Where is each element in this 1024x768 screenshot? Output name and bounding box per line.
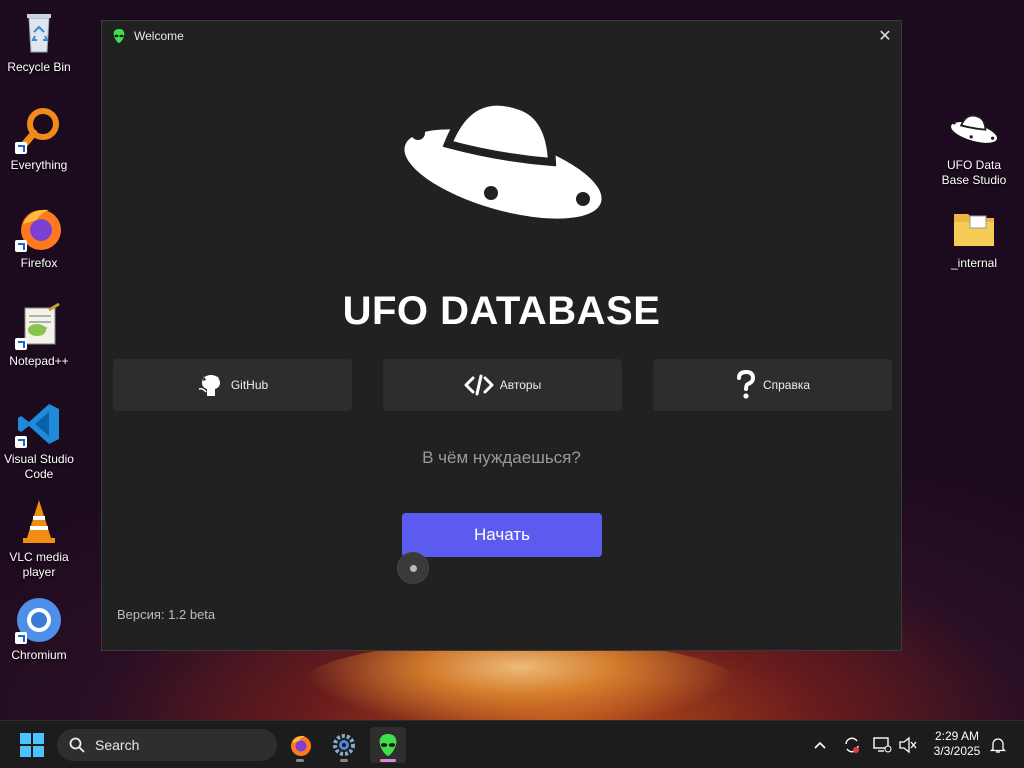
cursor-indicator xyxy=(397,552,429,584)
shortcut-arrow-icon xyxy=(15,338,27,350)
github-label: GitHub xyxy=(230,378,269,392)
title-bar[interactable]: Welcome ✕ xyxy=(102,21,901,51)
window-title: Welcome xyxy=(134,29,184,43)
desktop-icon-chromium[interactable]: Chromium xyxy=(1,596,77,663)
search-label: Search xyxy=(95,737,140,753)
alien-app-icon xyxy=(379,734,397,756)
alien-app-icon xyxy=(113,29,125,43)
wallpaper-glow xyxy=(300,640,740,730)
desktop-icon-ufo-studio[interactable]: UFO Data Base Studio xyxy=(936,106,1012,188)
vlc-icon xyxy=(15,498,63,546)
close-button[interactable]: ✕ xyxy=(869,21,901,51)
code-icon xyxy=(464,374,494,396)
github-button[interactable]: GitHub xyxy=(113,359,352,411)
help-button[interactable]: Справка xyxy=(653,359,892,411)
taskbar-firefox[interactable] xyxy=(282,727,318,763)
windows-start-icon[interactable] xyxy=(20,733,44,757)
tray-chevron-up-icon[interactable] xyxy=(810,735,830,755)
authors-button[interactable]: Авторы xyxy=(383,359,622,411)
everything-search-icon xyxy=(15,106,63,154)
running-indicator xyxy=(380,759,396,762)
prompt-text: В чём нуждаешься? xyxy=(422,448,581,467)
recycle-bin-icon xyxy=(15,8,63,56)
app-title: UFO DATABASE xyxy=(342,289,661,333)
desktop-icon-everything[interactable]: Everything xyxy=(1,106,77,173)
clock-date: 3/3/2025 xyxy=(933,744,981,758)
shortcut-arrow-icon xyxy=(15,436,27,448)
taskbar-search[interactable]: Search xyxy=(57,729,277,761)
firefox-icon xyxy=(15,204,63,252)
ufo-logo-icon xyxy=(404,97,602,219)
link-buttons: GitHub Авторы Справка xyxy=(113,359,892,411)
start-button[interactable]: Начать xyxy=(402,513,602,557)
desktop-icon-notepad-plus-plus[interactable]: Notepad++ xyxy=(1,302,77,369)
desktop-icon-vscode[interactable]: Visual Studio Code xyxy=(1,400,77,482)
firefox-icon xyxy=(291,735,311,756)
tray-volume-muted-icon[interactable] xyxy=(898,735,918,755)
ufo-icon xyxy=(950,106,998,154)
desktop-icon-recycle-bin[interactable]: Recycle Bin xyxy=(1,8,77,75)
notepad-plus-plus-icon xyxy=(15,302,63,350)
welcome-window: Welcome ✕ UFO DATABASE GitHub Авторы Спр… xyxy=(101,20,902,651)
notification-bell-icon[interactable] xyxy=(988,735,1008,755)
vscode-icon xyxy=(15,400,63,448)
version-text: Версия: 1.2 beta xyxy=(117,607,216,622)
shortcut-arrow-icon xyxy=(15,632,27,644)
shortcut-arrow-icon xyxy=(15,142,27,154)
tray-sync-icon[interactable] xyxy=(842,735,862,755)
chromium-icon xyxy=(15,596,63,644)
help-label: Справка xyxy=(762,378,811,392)
tray-network-icon[interactable] xyxy=(872,735,892,755)
folder-icon xyxy=(950,204,998,252)
question-icon xyxy=(736,370,755,399)
search-icon xyxy=(69,737,85,753)
running-indicator xyxy=(296,759,304,762)
desktop-icon-internal-folder[interactable]: _internal xyxy=(936,204,1012,271)
desktop-icon-firefox[interactable]: Firefox xyxy=(1,204,77,271)
taskbar-clock[interactable]: 2:29 AM 3/3/2025 xyxy=(924,729,990,759)
taskbar-settings[interactable] xyxy=(326,727,362,763)
settings-icon xyxy=(333,734,355,756)
running-indicator xyxy=(340,759,348,762)
shortcut-arrow-icon xyxy=(15,240,27,252)
close-icon: ✕ xyxy=(878,28,892,45)
desktop-icon-vlc[interactable]: VLC media player xyxy=(1,498,77,580)
authors-label: Авторы xyxy=(499,378,542,392)
clock-time: 2:29 AM xyxy=(934,729,980,743)
taskbar-ufo-app[interactable] xyxy=(370,727,406,763)
github-icon xyxy=(198,375,220,396)
taskbar: Search 2:29 AM 3/3/2025 xyxy=(0,720,1024,768)
